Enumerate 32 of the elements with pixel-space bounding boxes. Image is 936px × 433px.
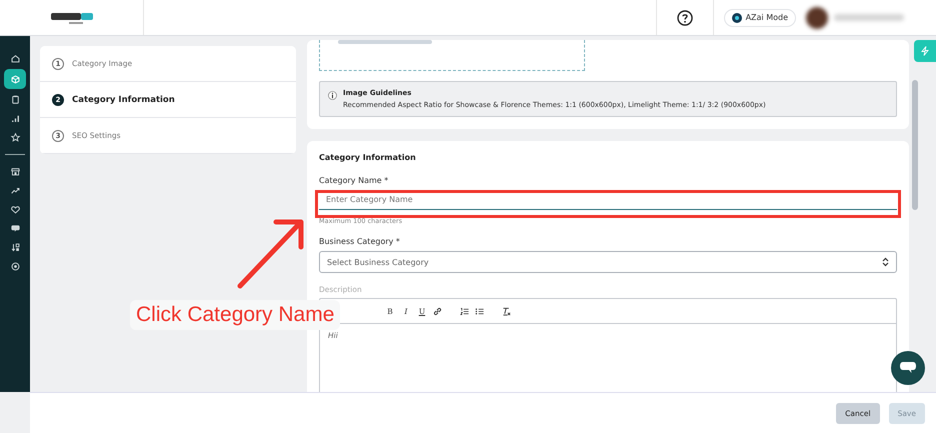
info-icon [328, 91, 337, 100]
caret-icon [882, 257, 889, 267]
scrollbar[interactable] [912, 80, 918, 210]
sidebar-item[interactable] [4, 69, 26, 89]
clear-format-icon[interactable] [502, 306, 511, 316]
store-icon [10, 166, 20, 177]
cube-icon [10, 74, 20, 84]
chat-icon [899, 361, 917, 375]
section-title: Category Information [319, 153, 417, 162]
star-icon [10, 132, 20, 143]
chat-button[interactable] [891, 351, 925, 385]
select-field[interactable]: Select Business Category [319, 251, 897, 273]
bar-chart-icon [10, 113, 20, 124]
field-label: Business Category * [319, 237, 401, 246]
numbered-list-icon[interactable] [460, 306, 469, 316]
help-icon[interactable] [676, 10, 693, 26]
avatar[interactable] [806, 6, 828, 28]
blurred-name [834, 14, 904, 21]
settings-icon [10, 261, 20, 272]
sort-icon [10, 242, 20, 253]
field-label: Category Name * [319, 176, 390, 185]
mode-button[interactable]: AZai Mode [724, 8, 796, 26]
trend-icon [10, 185, 20, 196]
home-icon [10, 53, 20, 64]
annotation-label: Click Category Name [130, 300, 340, 330]
bolt-icon [920, 46, 930, 56]
bullet-list-icon[interactable] [475, 306, 484, 316]
chat-icon [10, 223, 20, 234]
heart-icon [10, 204, 20, 215]
clipboard-icon [10, 94, 20, 105]
link-icon[interactable] [433, 306, 442, 316]
mode-icon [732, 12, 742, 22]
